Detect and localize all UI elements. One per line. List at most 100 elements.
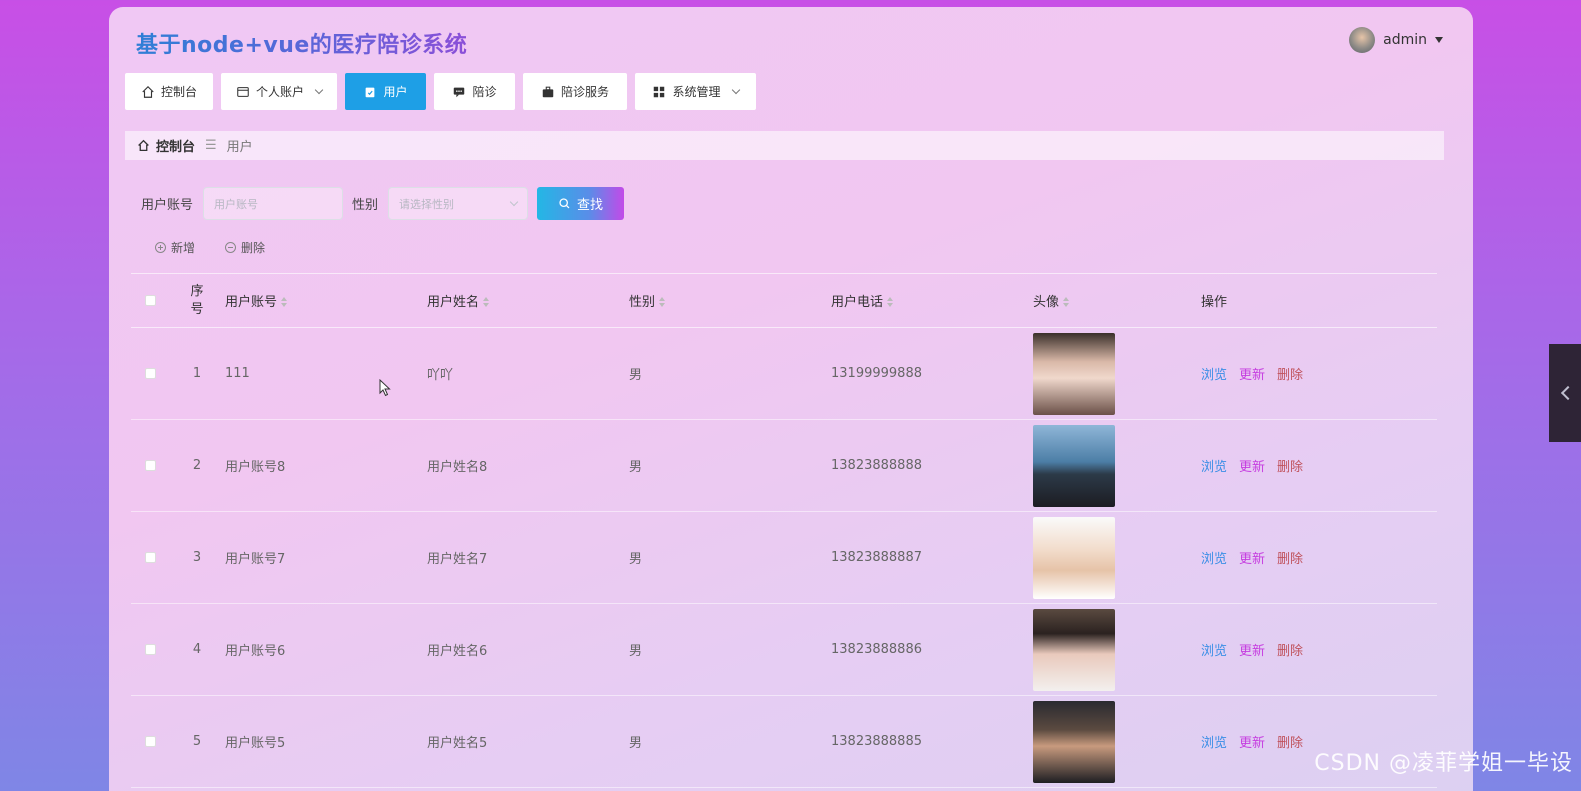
nav-users[interactable]: 用户 [345, 73, 426, 110]
cell-phone: 13823888885 [831, 734, 922, 749]
cell-sex: 男 [629, 368, 643, 383]
chat-icon [454, 87, 465, 97]
add-button[interactable]: 新增 [155, 239, 195, 256]
view-button[interactable]: 浏览 [1201, 732, 1227, 751]
cell-account: 用户账号5 [225, 736, 286, 751]
cell-name: 用户姓名8 [427, 460, 488, 475]
user-menu[interactable]: admin [1349, 27, 1443, 53]
search-button[interactable]: 查找 [537, 187, 625, 220]
caret-down-icon [1435, 37, 1443, 43]
cell-account: 111 [225, 366, 250, 381]
chevron-down-icon [731, 85, 740, 95]
sort-icon[interactable] [483, 296, 490, 307]
home-icon [142, 85, 154, 98]
nav-escort-label: 陪诊 [472, 85, 497, 99]
cell-sex: 男 [629, 736, 643, 751]
table-actions: 新增 删除 [155, 239, 265, 256]
sort-icon[interactable] [887, 296, 894, 307]
watermark: CSDN @凌菲学姐一毕设 [1314, 751, 1573, 776]
cell-phone: 13823888887 [831, 550, 922, 565]
chevron-down-icon [314, 85, 324, 95]
nav-escort[interactable]: 陪诊 [434, 73, 515, 110]
nav-system[interactable]: 系统管理 [635, 73, 756, 110]
card-icon [237, 86, 249, 97]
sort-icon[interactable] [281, 296, 288, 307]
breadcrumb-home[interactable]: 控制台 [156, 136, 195, 155]
delete-button[interactable]: 删除 [1277, 548, 1303, 567]
avatar-thumbnail[interactable] [1033, 332, 1115, 415]
breadcrumb-separator-icon: ☰ [205, 138, 217, 153]
row-checkbox[interactable] [144, 368, 156, 379]
view-button[interactable]: 浏览 [1201, 640, 1227, 659]
header-avatar[interactable]: 头像 [1033, 291, 1201, 310]
cell-account: 用户账号6 [225, 644, 286, 659]
account-search-input[interactable]: 用户账号 [203, 187, 344, 220]
table-row: 3 用户账号7 用户姓名7 男 13823888887 浏览 更新 删除 [131, 512, 1437, 604]
table-header: 序号 用户账号 用户姓名 性别 用户电话 头像 操作 [131, 273, 1437, 328]
delete-button[interactable]: 删除 [1277, 640, 1303, 659]
cell-account: 用户账号7 [225, 552, 286, 567]
edit-button[interactable]: 更新 [1239, 548, 1265, 567]
sex-label: 性别 [352, 198, 379, 213]
delete-button[interactable]: 删除 [1277, 732, 1303, 751]
edit-button[interactable]: 更新 [1239, 640, 1265, 659]
delete-button[interactable]: 删除 [1277, 364, 1303, 383]
avatar-thumbnail[interactable] [1033, 516, 1115, 599]
view-button[interactable]: 浏览 [1201, 364, 1227, 383]
sex-select[interactable]: 请选择性别 [388, 187, 529, 220]
view-button[interactable]: 浏览 [1201, 456, 1227, 475]
breadcrumb-current: 用户 [226, 140, 253, 155]
chevron-down-icon [509, 197, 519, 207]
header-account[interactable]: 用户账号 [225, 291, 427, 310]
user-avatar [1349, 27, 1376, 53]
view-button[interactable]: 浏览 [1201, 548, 1227, 567]
search-button-label: 查找 [577, 198, 604, 213]
batch-delete-button[interactable]: 删除 [225, 239, 265, 256]
cell-account: 用户账号8 [225, 460, 286, 475]
users-table: 序号 用户账号 用户姓名 性别 用户电话 头像 操作 1 111 吖吖 男 13… [131, 273, 1437, 788]
nav-dashboard[interactable]: 控制台 [125, 73, 213, 110]
row-checkbox[interactable] [144, 736, 156, 747]
cell-index: 3 [192, 550, 202, 565]
cell-name: 吖吖 [427, 368, 454, 383]
cell-name: 用户姓名7 [427, 552, 488, 567]
row-checkbox[interactable] [144, 460, 156, 471]
header-name[interactable]: 用户姓名 [427, 291, 629, 310]
cell-name: 用户姓名6 [427, 644, 488, 659]
sort-icon[interactable] [659, 296, 666, 307]
edit-button[interactable]: 更新 [1239, 456, 1265, 475]
side-collapse-tab[interactable] [1549, 344, 1581, 442]
sort-icon[interactable] [1063, 296, 1070, 307]
edit-button[interactable]: 更新 [1239, 732, 1265, 751]
cell-sex: 男 [629, 460, 643, 475]
cell-index: 4 [192, 642, 202, 657]
header-name-label: 用户姓名 [427, 295, 480, 310]
nav-escort-service-label: 陪诊服务 [560, 85, 609, 99]
clipboard-icon [366, 87, 375, 97]
plus-circle-icon [155, 242, 166, 253]
table-row: 2 用户账号8 用户姓名8 男 13823888888 浏览 更新 删除 [131, 420, 1437, 512]
cell-sex: 男 [629, 552, 643, 567]
avatar-thumbnail[interactable] [1033, 424, 1115, 507]
header-sex-label: 性别 [629, 295, 656, 310]
select-all-checkbox[interactable] [144, 295, 156, 306]
cell-index: 2 [192, 458, 202, 473]
row-checkbox[interactable] [144, 644, 156, 655]
briefcase-icon [542, 86, 554, 97]
add-button-label: 新增 [171, 241, 196, 255]
delete-button[interactable]: 删除 [1277, 456, 1303, 475]
home-icon [138, 139, 149, 152]
avatar-thumbnail[interactable] [1033, 700, 1115, 783]
row-checkbox[interactable] [144, 552, 156, 563]
header-avatar-label: 头像 [1033, 295, 1060, 310]
header-phone[interactable]: 用户电话 [831, 291, 1033, 310]
cell-phone: 13199999888 [831, 366, 922, 381]
edit-button[interactable]: 更新 [1239, 364, 1265, 383]
nav-account[interactable]: 个人账户 [221, 73, 337, 110]
header-sex[interactable]: 性别 [629, 291, 831, 310]
grid-icon [654, 86, 665, 97]
sex-select-placeholder: 请选择性别 [399, 197, 455, 211]
avatar-thumbnail[interactable] [1033, 608, 1115, 691]
nav-escort-service[interactable]: 陪诊服务 [523, 73, 627, 110]
header-phone-label: 用户电话 [831, 295, 884, 310]
